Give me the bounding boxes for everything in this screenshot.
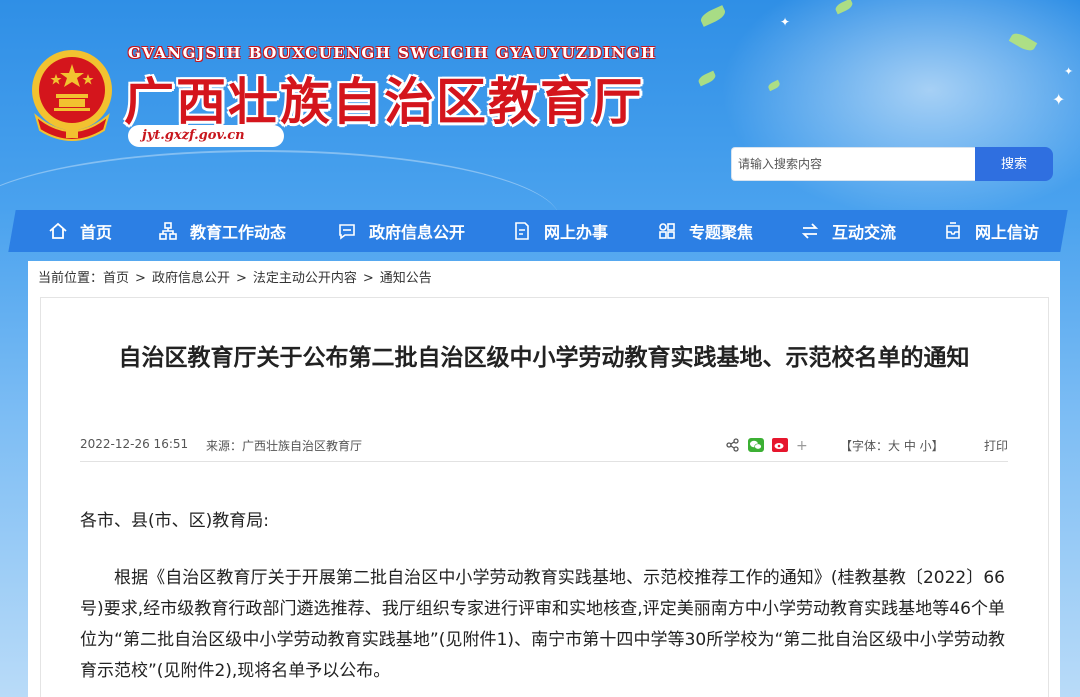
- nav-item-petition[interactable]: 网上信访: [921, 210, 1060, 252]
- publish-date: 2022-12-26 16:51: [80, 437, 189, 451]
- national-emblem-icon: [32, 50, 112, 141]
- breadcrumb-separator: >: [235, 271, 247, 286]
- nav-item-home[interactable]: 首页: [30, 210, 140, 252]
- breadcrumb-link-statutory[interactable]: 法定主动公开内容: [253, 271, 357, 286]
- more-share-button[interactable]: +: [796, 438, 808, 454]
- site-title: 广西壮族自治区教育厅: [124, 72, 644, 131]
- nav-label: 首页: [80, 223, 113, 242]
- breadcrumb-prefix: 当前位置：: [38, 271, 104, 286]
- edit-icon: [515, 222, 529, 240]
- sparkle-icon: ✦: [1052, 90, 1066, 109]
- nav-label: 专题聚焦: [689, 223, 754, 242]
- search-button[interactable]: 搜索: [975, 147, 1053, 181]
- nav-item-topics[interactable]: 专题聚焦: [635, 210, 778, 252]
- article-salutation: 各市、县(市、区)教育局:: [80, 511, 269, 531]
- nav-item-interaction[interactable]: 互动交流: [778, 210, 921, 252]
- header: ✦ ✦ ✦ GVANGJSIH BOUXCUENGH SWCIGIH GYAUY…: [0, 0, 1080, 210]
- nav-label: 教育工作动态: [190, 223, 287, 242]
- article-source: 来源：广西壮族自治区教育厅: [206, 439, 363, 453]
- inbox-icon: [946, 222, 960, 239]
- nav-item-gov-info[interactable]: 政府信息公开: [315, 210, 490, 252]
- breadcrumb-separator: >: [362, 271, 374, 286]
- font-size-control[interactable]: 【字体：大 中 小】: [840, 437, 944, 454]
- article-meta: 2022-12-26 16:51 来源：广西壮族自治区教育厅 + 【字体：大 中…: [80, 437, 1008, 455]
- article-title: 自治区教育厅关于公布第二批自治区级中小学劳动教育实践基地、示范校名单的通知: [118, 345, 970, 371]
- main-nav: 首页 教育工作动态 政府信息公开 网上办事 专题聚焦 互动交流 网上信访: [30, 210, 1060, 252]
- meta-divider: [80, 461, 1008, 462]
- sparkle-icon: ✦: [780, 15, 791, 29]
- nav-label: 网上信访: [975, 223, 1040, 242]
- nav-item-online-service[interactable]: 网上办事: [490, 210, 635, 252]
- nav-label: 网上办事: [544, 223, 609, 242]
- leaf-decoration: [696, 70, 718, 87]
- home-icon: [49, 222, 67, 239]
- breadcrumb-link-gov-info[interactable]: 政府信息公开: [152, 271, 230, 286]
- sitemap-icon: [159, 222, 177, 240]
- breadcrumb-link-home[interactable]: 首页: [103, 271, 129, 286]
- nav-item-education-news[interactable]: 教育工作动态: [140, 210, 315, 252]
- nav-label: 政府信息公开: [369, 223, 466, 242]
- print-button[interactable]: 打印: [984, 437, 1008, 454]
- breadcrumb: 当前位置：首页 > 政府信息公开 > 法定主动公开内容 > 通知公告: [38, 270, 432, 288]
- chat-icon: [339, 224, 355, 240]
- weibo-icon[interactable]: [772, 437, 788, 455]
- share-tools: +: [726, 437, 816, 455]
- decorative-arc: [0, 150, 560, 210]
- site-domain: jyt.gxzf.gov.cn: [128, 125, 284, 147]
- share-icon[interactable]: [726, 437, 740, 455]
- site-pinyin-title: GVANGJSIH BOUXCUENGH SWCIGIH GYAUYUZDING…: [128, 44, 657, 62]
- grid-icon: [659, 223, 675, 239]
- wechat-icon[interactable]: [748, 437, 764, 455]
- breadcrumb-link-notices[interactable]: 通知公告: [380, 271, 432, 286]
- nav-label: 互动交流: [832, 223, 897, 242]
- search-input[interactable]: [731, 147, 976, 181]
- exchange-icon: [801, 223, 819, 239]
- breadcrumb-separator: >: [135, 271, 146, 286]
- article-paragraph: 根据《自治区教育厅关于开展第二批自治区中小学劳动教育实践基地、示范校推荐工作的通…: [80, 568, 1005, 681]
- sparkle-icon: ✦: [1064, 65, 1074, 78]
